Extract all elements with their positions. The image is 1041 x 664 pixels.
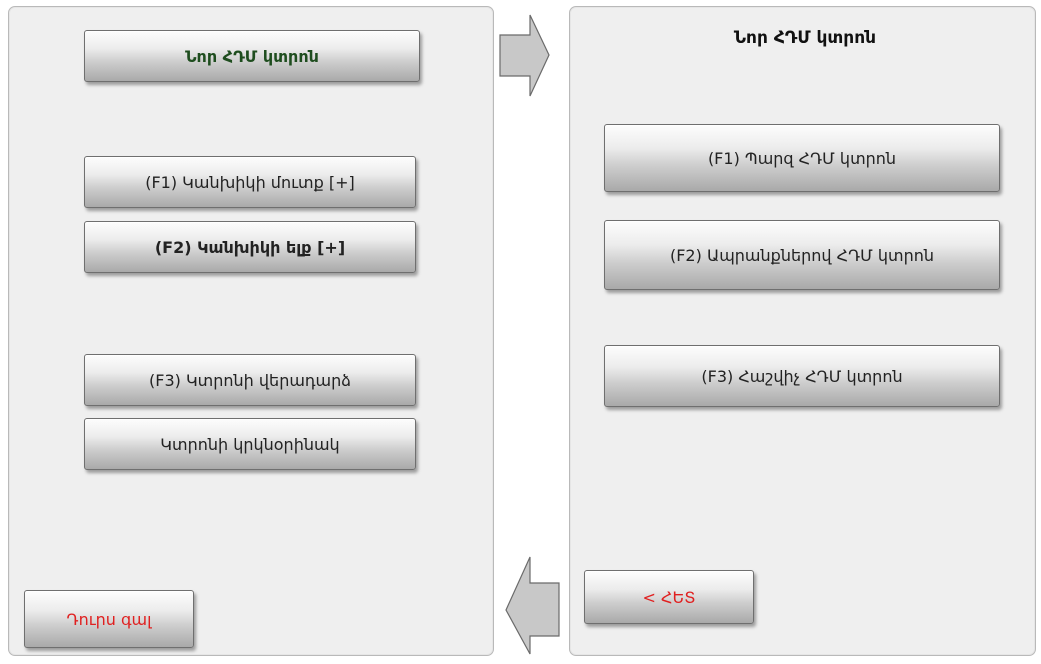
left-panel [8,6,494,656]
cash-out-button[interactable]: (F2) Կանխիկի ելք [+] [84,221,416,273]
cash-in-button[interactable]: (F1) Կանխիկի մուտք [+] [84,156,416,208]
right-panel-heading: Նոր ՀԴՄ կտրոն [733,28,877,48]
right-panel [569,6,1036,656]
goods-receipt-button[interactable]: (F2) Ապրանքներով ՀԴՄ կտրոն [604,220,1000,290]
counter-receipt-button[interactable]: (F3) Հաշվիչ ՀԴՄ կտրոն [604,345,1000,407]
arrow-left-icon [505,556,560,655]
back-button[interactable]: < ՀԵՏ [584,570,754,624]
simple-receipt-button[interactable]: (F1) Պարզ ՀԴՄ կտրոն [604,124,1000,192]
receipt-return-button[interactable]: (F3) Կտրոնի վերադարձ [84,354,416,406]
arrow-right-icon [499,14,550,97]
exit-button[interactable]: Դուրս գալ [24,590,194,648]
receipt-duplicate-button[interactable]: Կտրոնի կրկնօրինակ [84,418,416,470]
new-receipt-title-button[interactable]: Նոր ՀԴՄ կտրոն [84,30,420,82]
